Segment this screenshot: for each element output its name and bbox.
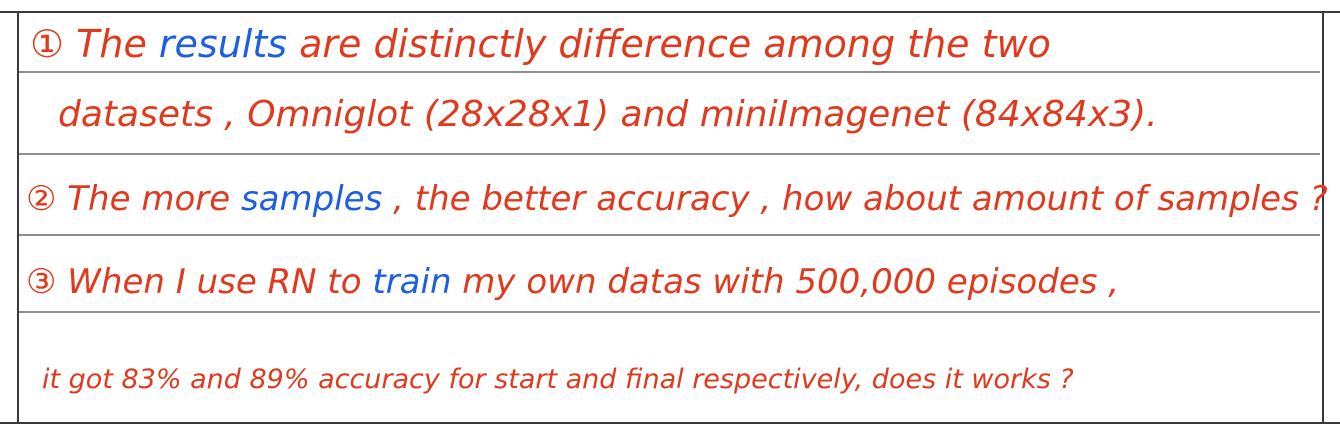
note-line-1: ① The results are distinctly difference …	[0, 13, 1340, 73]
note-text-4: ③ When I use RN to train my own datas wi…	[26, 265, 1119, 299]
note-text-3-pre: ② The more	[26, 179, 241, 219]
note-text-2: datasets , Omniglot (28x28x1) and miniIm…	[58, 97, 1158, 133]
note-line-4: ③ When I use RN to train my own datas wi…	[0, 253, 1340, 313]
line-rule-2	[19, 153, 1320, 155]
note-line-2: datasets , Omniglot (28x28x1) and miniIm…	[0, 95, 1340, 155]
line-rule-4	[19, 311, 1320, 313]
line-rule-3	[19, 234, 1320, 236]
line-rule-1	[19, 71, 1320, 73]
note-text-4-post: my own datas with 500,000 episodes ,	[451, 262, 1120, 302]
note-text-3-post: , the better accuracy , how about amount…	[382, 179, 1328, 219]
note-text-4-highlight: train	[372, 262, 452, 302]
bottom-border	[0, 422, 1340, 424]
note-text-5-pre: it got 83% and 89% accuracy for start an…	[42, 364, 1074, 395]
note-text-3: ② The more samples , the better accuracy…	[26, 182, 1328, 216]
note-line-3: ② The more samples , the better accuracy…	[0, 176, 1340, 236]
note-text-1-pre: ① The	[30, 22, 159, 66]
note-text-1: ① The results are distinctly difference …	[30, 25, 1051, 63]
note-text-1-highlight: results	[158, 22, 288, 66]
note-text-2-pre: datasets , Omniglot (28x28x1) and miniIm…	[58, 94, 1158, 135]
note-line-5: it got 83% and 89% accuracy for start an…	[0, 340, 1340, 400]
note-text-4-pre: ③ When I use RN to	[26, 262, 373, 302]
handwritten-notes-page: ① The results are distinctly difference …	[0, 0, 1340, 438]
note-text-3-highlight: samples	[240, 179, 383, 219]
note-text-5: it got 83% and 89% accuracy for start an…	[42, 366, 1074, 393]
note-text-1-post: are distinctly difference among the two	[287, 22, 1051, 66]
